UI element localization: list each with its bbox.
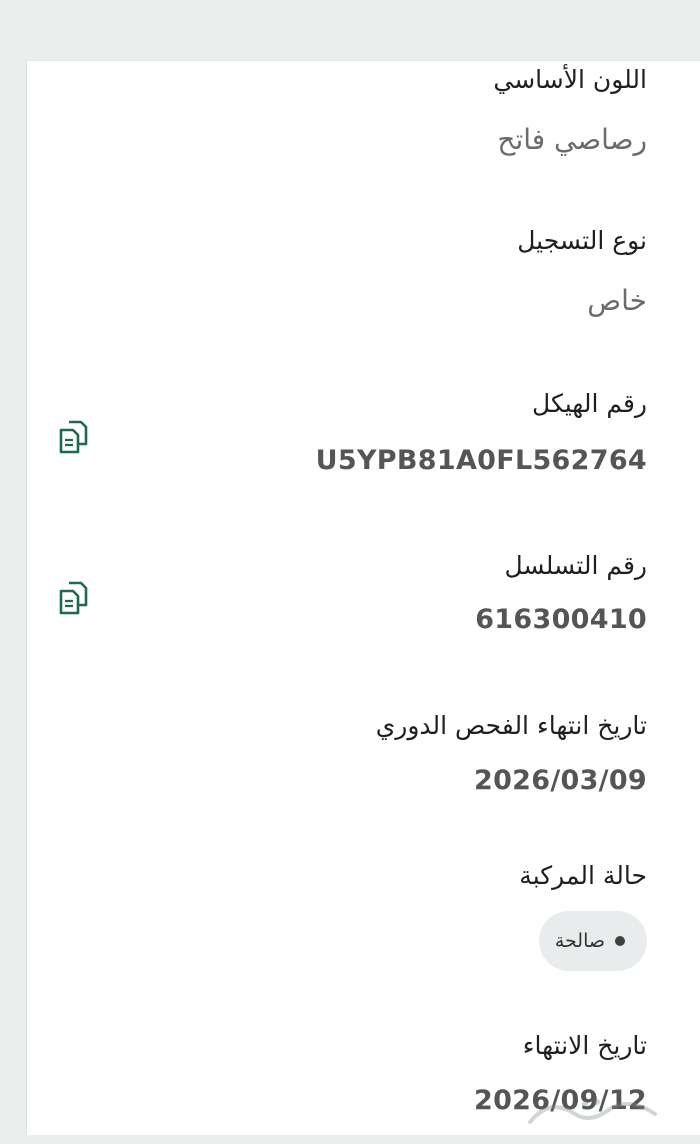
status-dot-icon	[615, 936, 625, 946]
field-label: رقم التسلسل	[504, 551, 647, 580]
field-label: تاريخ الانتهاء	[522, 1031, 647, 1060]
chassis-number-value[interactable]: U5YPB81A0FL562764	[316, 445, 647, 476]
vehicle-details-card: اللون الأساسي رصاصي فاتح نوع التسجيل خاص…	[26, 60, 700, 1135]
watermark-logo-icon	[528, 1099, 657, 1124]
field-value: خاص	[587, 284, 647, 317]
serial-number-value[interactable]: 616300410	[475, 604, 647, 635]
field-label: رقم الهيكل	[532, 389, 647, 418]
field-value: 2026/03/09	[473, 765, 647, 796]
field-label: تاريخ انتهاء الفحص الدوري	[375, 711, 647, 740]
status-badge: صالحة	[538, 911, 647, 971]
copy-icon[interactable]	[57, 419, 91, 455]
field-label: حالة المركبة	[519, 861, 647, 890]
copy-icon[interactable]	[57, 580, 91, 616]
field-label: اللون الأساسي	[493, 65, 647, 94]
field-value: رصاصي فاتح	[497, 123, 647, 156]
status-badge-label: صالحة	[554, 930, 605, 952]
field-label: نوع التسجيل	[517, 226, 647, 255]
